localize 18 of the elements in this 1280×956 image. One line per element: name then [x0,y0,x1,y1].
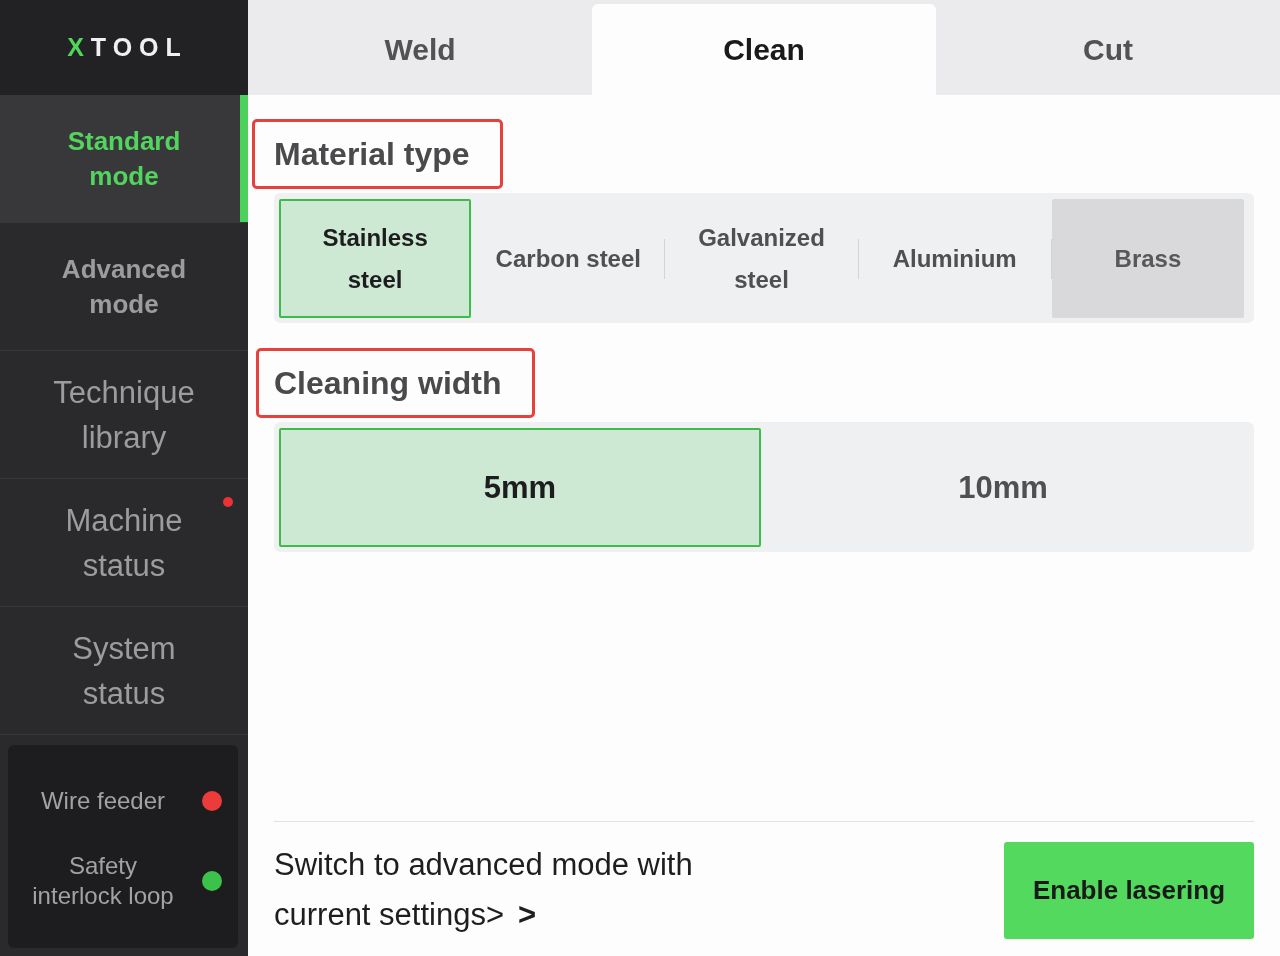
option-button[interactable]: Stainless steel [279,199,472,318]
option-button[interactable]: Aluminium [858,199,1051,318]
advanced-mode-link[interactable]: Switch to advanced mode with current settings> > [274,840,744,940]
section-title: Material type [252,119,503,189]
tab[interactable]: Weld [248,4,592,95]
option-button[interactable]: Galvanized steel [665,199,858,318]
logo: XTOOL [67,35,188,60]
option-button[interactable]: Carbon steel [472,199,665,318]
tab[interactable]: Cut [936,4,1280,95]
option-button[interactable]: 5mm [279,428,761,547]
section-title: Cleaning width [256,348,535,418]
status-label: Wire feeder [39,786,166,816]
chevron-icon[interactable]: > [518,897,537,932]
enable-lasering-button[interactable]: Enable lasering [1004,841,1254,939]
tab[interactable]: Clean [592,4,936,95]
status-label: Safety interlock loop [31,851,175,911]
sidebar-item[interactable]: Standard mode [0,95,248,223]
option-button[interactable]: 10mm [762,428,1244,547]
